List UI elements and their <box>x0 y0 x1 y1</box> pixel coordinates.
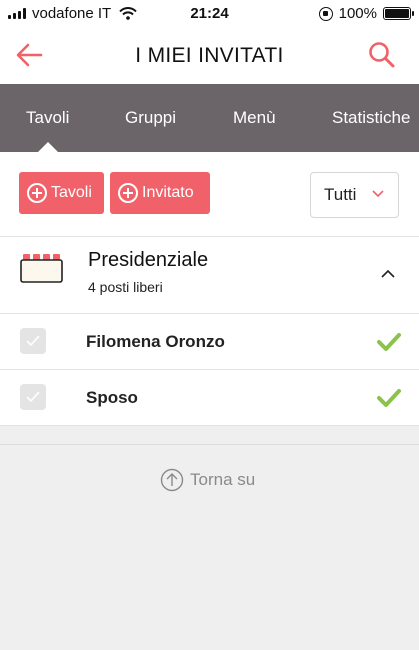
add-guest-button[interactable]: Invitato <box>110 172 210 214</box>
search-icon[interactable] <box>367 40 397 70</box>
tab-bar: Tavoli Gruppi Menù Statistiche <box>0 84 419 152</box>
battery-percent: 100% <box>338 5 377 22</box>
confirmed-check-icon <box>377 333 401 351</box>
table-name: Presidenziale <box>88 249 209 271</box>
table-icon <box>20 254 63 283</box>
active-tab-indicator <box>38 142 58 152</box>
chevron-up-icon[interactable] <box>381 269 395 279</box>
tab-tavoli[interactable]: Tavoli <box>26 108 69 128</box>
guest-name: Sposo <box>86 388 138 407</box>
guest-row[interactable]: Filomena Oronzo <box>0 314 419 370</box>
plus-circle-icon <box>27 183 47 203</box>
arrow-up-circle-icon <box>160 468 184 492</box>
table-seats-free: 4 posti liberi <box>88 279 163 295</box>
filter-value: Tutti <box>324 185 357 204</box>
divider <box>0 444 419 445</box>
check-icon <box>26 335 40 346</box>
guest-name: Filomena Oronzo <box>86 332 225 351</box>
toolbar: Tavoli Invitato Tutti <box>0 152 419 236</box>
tab-menu[interactable]: Menù <box>233 108 276 128</box>
add-table-button[interactable]: Tavoli <box>19 172 104 214</box>
page-title: I MIEI INVITATI <box>135 44 284 67</box>
add-guest-label: Invitato <box>142 184 194 201</box>
check-icon <box>26 391 40 402</box>
guest-row[interactable]: Sposo <box>0 370 419 426</box>
status-bar: vodafone IT 21:24 100% <box>0 0 419 28</box>
back-to-top-label: Torna su <box>190 470 256 489</box>
guest-checkbox[interactable] <box>20 384 46 410</box>
add-table-label: Tavoli <box>51 184 92 201</box>
confirmed-check-icon <box>377 389 401 407</box>
guest-checkbox[interactable] <box>20 328 46 354</box>
chevron-down-icon <box>372 190 384 198</box>
back-arrow-icon[interactable] <box>14 40 44 70</box>
plus-circle-icon <box>118 183 138 203</box>
battery-icon <box>383 7 414 20</box>
nav-bar: I MIEI INVITATI <box>0 28 419 84</box>
tab-gruppi[interactable]: Gruppi <box>125 108 176 128</box>
back-to-top-button[interactable]: Torna su <box>160 468 255 492</box>
rotation-lock-icon <box>318 6 333 21</box>
table-header[interactable]: Presidenziale 4 posti liberi <box>0 236 419 314</box>
filter-select[interactable]: Tutti <box>310 172 399 218</box>
tab-statistiche[interactable]: Statistiche <box>332 108 410 128</box>
